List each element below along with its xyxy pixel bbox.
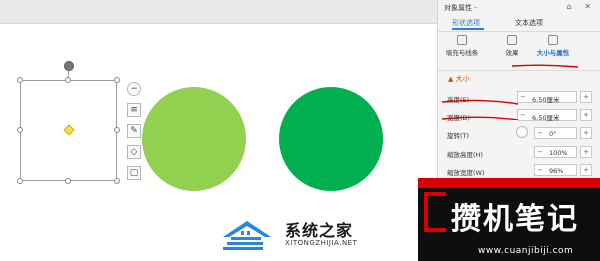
subtab-fill-line[interactable]: 填充与线条: [440, 34, 484, 57]
scale-width-row: 缩放宽度(W) − 96% +: [438, 164, 600, 178]
layers-icon[interactable]: ≡: [127, 103, 141, 117]
section-divider: [438, 70, 600, 71]
scale-height-label: 缩放高度(H): [447, 151, 483, 159]
rotation-value[interactable]: 0°: [549, 130, 556, 138]
resize-handle-top-left[interactable]: [17, 77, 23, 83]
plus-icon[interactable]: +: [580, 109, 592, 121]
subtab-effects[interactable]: 效果: [490, 34, 534, 57]
resize-handle-bottom[interactable]: [65, 178, 71, 184]
rotation-dial-icon[interactable]: [516, 126, 528, 138]
size-properties-icon: [548, 35, 558, 45]
dark-green-circle[interactable]: [279, 87, 383, 191]
tab-shape-options[interactable]: 形状选项: [452, 18, 480, 28]
rotation-spinner[interactable]: − 0°: [534, 127, 577, 139]
scale-height-row: 缩放高度(H) − 100% +: [438, 146, 600, 160]
plus-icon[interactable]: +: [580, 127, 592, 139]
section-size-title[interactable]: ▲ 大小: [448, 74, 470, 84]
scale-height-value[interactable]: 100%: [549, 149, 568, 157]
shape-quick-toolbar: − ≡ ✎ ◇ ▢: [127, 82, 141, 187]
resize-handle-bottom-right[interactable]: [114, 178, 120, 184]
plus-icon[interactable]: +: [580, 146, 592, 158]
effects-icon: [507, 35, 517, 45]
minus-icon[interactable]: −: [537, 148, 543, 156]
width-value[interactable]: 6.50厘米: [532, 112, 559, 122]
resize-handle-right[interactable]: [114, 127, 120, 133]
watermark-subtitle: XITONGZHIJIA.NET: [285, 239, 358, 247]
house-logo-icon: [223, 221, 271, 250]
scale-width-value[interactable]: 96%: [549, 167, 563, 175]
collapse-icon[interactable]: −: [127, 82, 141, 96]
subtab-size-properties-label: 大小与属性: [536, 49, 570, 57]
banner-bracket-icon: [424, 192, 446, 232]
scale-width-label: 缩放宽度(W): [447, 169, 485, 177]
document-canvas: − ≡ ✎ ◇ ▢ 系统之家 XITONGZHIJIA.NET: [0, 0, 437, 261]
resize-handle-top[interactable]: [65, 77, 71, 83]
active-tab-indicator: [452, 28, 484, 30]
scale-width-spinner[interactable]: − 96%: [534, 164, 577, 176]
watermark-banner-cuanjibiji: 攒机笔记 www.cuanjibiji.com: [418, 178, 600, 261]
rotation-row: 旋转(T) − 0° +: [438, 126, 600, 141]
fill-bucket-icon: [457, 35, 467, 45]
scale-height-spinner[interactable]: − 100%: [534, 146, 577, 158]
resize-handle-top-right[interactable]: [114, 77, 120, 83]
resize-handle-bottom-left[interactable]: [17, 178, 23, 184]
plus-icon[interactable]: +: [580, 91, 592, 103]
watermark-logo-xitongzhijia: 系统之家 XITONGZHIJIA.NET: [221, 217, 381, 255]
minus-icon[interactable]: −: [537, 129, 543, 137]
red-annotation-underlines: [441, 99, 519, 120]
subtab-effects-label: 效果: [505, 49, 519, 57]
banner-title: 攒机笔记: [451, 202, 579, 237]
height-spinner[interactable]: − 6.50厘米: [517, 91, 577, 104]
pen-icon[interactable]: ✎: [127, 124, 141, 138]
tab-divider: [438, 31, 600, 32]
fill-icon[interactable]: ◇: [127, 145, 141, 159]
width-spinner[interactable]: − 6.50厘米: [517, 109, 577, 122]
watermark-title: 系统之家: [285, 221, 354, 240]
tab-text-options[interactable]: 文本选项: [515, 18, 543, 28]
minus-icon[interactable]: −: [537, 166, 543, 174]
canvas-top-strip: [0, 0, 437, 24]
plus-icon[interactable]: +: [580, 164, 592, 176]
red-annotation-underline: [511, 64, 579, 68]
height-value[interactable]: 6.50厘米: [532, 94, 559, 104]
panel-title[interactable]: 对象属性 -: [444, 3, 477, 13]
subtab-fill-line-label: 填充与线条: [445, 49, 479, 57]
subtab-size-properties[interactable]: 大小与属性: [531, 34, 575, 57]
frame-icon[interactable]: ▢: [127, 166, 141, 180]
panel-window-icons[interactable]: ⌂ ✕: [567, 2, 596, 11]
minus-icon[interactable]: −: [520, 93, 526, 101]
light-green-circle[interactable]: [142, 87, 246, 191]
rotation-label: 旋转(T): [447, 132, 470, 140]
minus-icon[interactable]: −: [520, 111, 526, 119]
resize-handle-left[interactable]: [17, 127, 23, 133]
banner-red-bar: [418, 178, 600, 188]
banner-subtitle: www.cuanjibiji.com: [478, 246, 574, 256]
rotate-handle[interactable]: [64, 61, 74, 71]
